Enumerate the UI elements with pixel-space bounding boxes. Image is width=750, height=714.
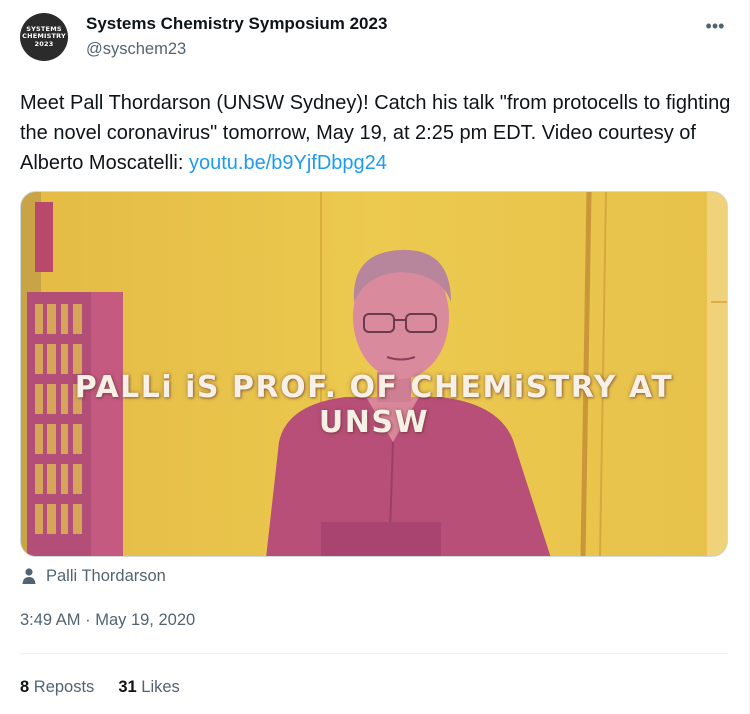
tweet-text: Meet Pall Thordarson (UNSW Sydney)! Catc… bbox=[20, 88, 735, 178]
avatar[interactable]: SYSTEMS CHEMISTRY 2023 bbox=[20, 13, 68, 61]
video-link[interactable]: youtu.be/b9YjfDbpg24 bbox=[189, 152, 387, 174]
tagged-person[interactable]: Palli Thordarson bbox=[20, 565, 166, 587]
divider bbox=[20, 653, 728, 654]
tweet-timestamp[interactable]: 3:49 AM · May 19, 2020 bbox=[20, 611, 195, 630]
video-media[interactable]: PALLi iS PROF. OF CHEMiSTRY AT UNSW bbox=[20, 191, 728, 557]
more-icon: ••• bbox=[705, 15, 725, 36]
avatar-logo-text: SYSTEMS CHEMISTRY 2023 bbox=[22, 24, 66, 48]
video-caption: PALLi iS PROF. OF CHEMiSTRY AT UNSW bbox=[74, 370, 674, 440]
engagement-stats: 8 Reposts 31 Likes bbox=[20, 678, 180, 697]
tweet-card: SYSTEMS CHEMISTRY 2023 Systems Chemistry… bbox=[0, 0, 750, 714]
more-options-button[interactable]: ••• bbox=[698, 12, 732, 40]
likes-stat[interactable]: 31 Likes bbox=[118, 678, 179, 697]
likes-count: 31 bbox=[118, 678, 137, 696]
reposts-stat[interactable]: 8 Reposts bbox=[20, 678, 94, 697]
likes-label: Likes bbox=[141, 678, 180, 696]
person-icon bbox=[22, 568, 36, 584]
display-name[interactable]: Systems Chemistry Symposium 2023 bbox=[86, 14, 387, 34]
user-handle[interactable]: @syschem23 bbox=[86, 40, 186, 59]
reposts-count: 8 bbox=[20, 678, 30, 696]
reposts-label: Reposts bbox=[33, 678, 95, 696]
tagged-name: Palli Thordarson bbox=[46, 566, 166, 585]
